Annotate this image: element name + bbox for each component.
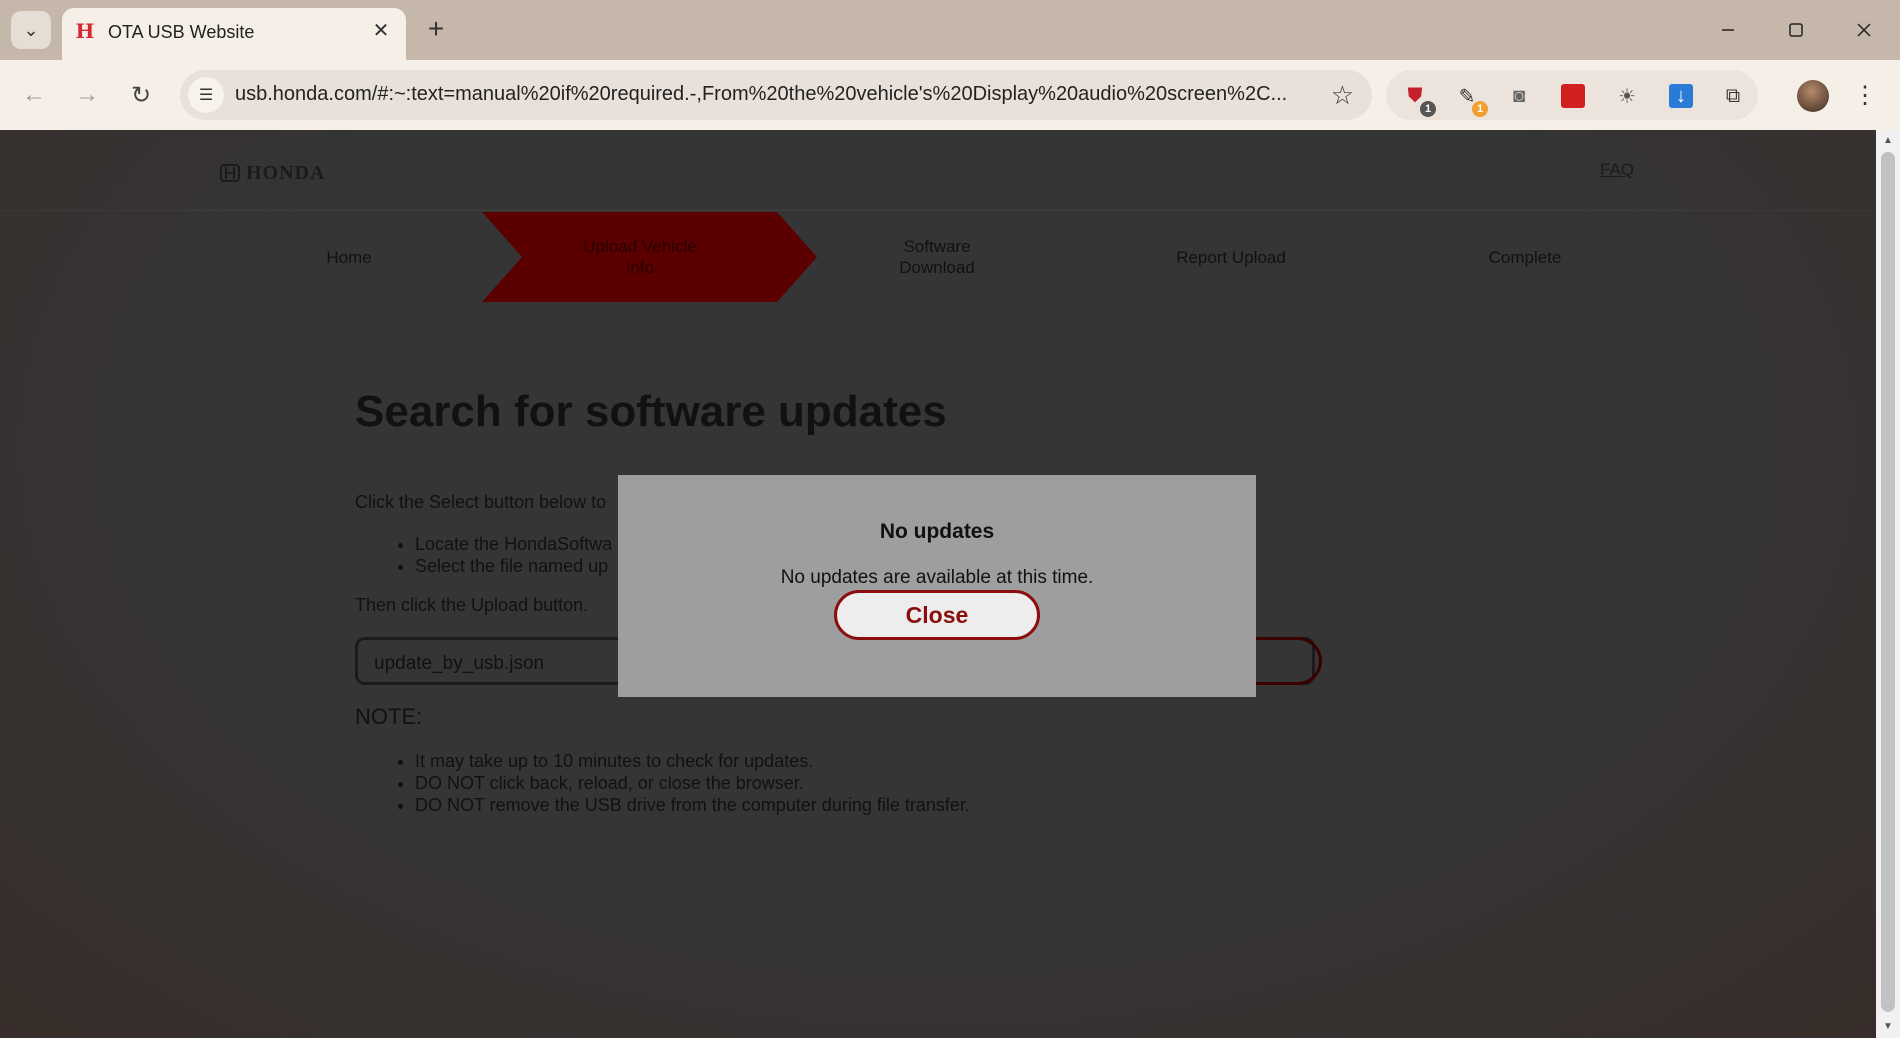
dialog-title: No updates bbox=[879, 520, 995, 543]
maximize-icon bbox=[1789, 23, 1803, 37]
close-icon bbox=[1857, 23, 1871, 37]
progress-steps: Home Upload Vehicle Info Software Downlo… bbox=[0, 212, 1876, 302]
extension-pen[interactable]: ✎ 1 bbox=[1452, 81, 1488, 117]
tab-search-button[interactable]: ⌄ bbox=[11, 11, 51, 49]
red-square-icon bbox=[1561, 84, 1585, 108]
chevron-down-icon: ⌄ bbox=[23, 19, 39, 40]
step-software-download: Software Download bbox=[827, 212, 1047, 302]
tab-strip: ⌄ H OTA USB Website ✕ + bbox=[0, 0, 1900, 60]
extension-red-square[interactable] bbox=[1558, 81, 1588, 111]
instruction-text: Click the Select button below to bbox=[355, 492, 607, 512]
dialog-message: No updates are available at this time. bbox=[780, 567, 1094, 588]
puzzle-icon: ⧉ bbox=[1725, 84, 1741, 107]
browser-tab[interactable]: H OTA USB Website ✕ bbox=[62, 8, 406, 60]
address-bar[interactable]: ☰ usb.honda.com/#:~:text=manual%20if%20r… bbox=[180, 70, 1372, 120]
scroll-down-icon[interactable]: ▼ bbox=[1876, 1018, 1900, 1036]
extension-download[interactable]: ↓ bbox=[1666, 81, 1696, 111]
back-button[interactable]: ← bbox=[15, 76, 53, 114]
extension-badge: 1 bbox=[1420, 101, 1436, 117]
extensions-menu[interactable]: ⧉ bbox=[1718, 81, 1748, 111]
minimize-button[interactable] bbox=[1701, 12, 1755, 48]
then-text: Then click the Upload button. bbox=[355, 595, 589, 615]
forward-button[interactable]: → bbox=[68, 76, 106, 114]
url-text[interactable]: usb.honda.com/#:~:text=manual%20if%20req… bbox=[235, 83, 1315, 106]
tab-close-icon[interactable]: ✕ bbox=[368, 18, 394, 44]
download-icon: ↓ bbox=[1669, 84, 1693, 108]
note-title: NOTE: bbox=[355, 704, 423, 729]
step-report-upload: Report Upload bbox=[1176, 247, 1286, 267]
list-item: DO NOT click back, reload, or close the … bbox=[415, 772, 970, 794]
new-tab-button[interactable]: + bbox=[420, 14, 452, 46]
reload-icon: ↻ bbox=[130, 81, 152, 109]
profile-avatar[interactable] bbox=[1797, 80, 1829, 112]
extension-badge: 1 bbox=[1472, 101, 1488, 117]
page-scrollbar[interactable]: ▲ ▼ bbox=[1876, 130, 1900, 1038]
step-home: Home bbox=[326, 247, 372, 267]
scroll-up-icon[interactable]: ▲ bbox=[1876, 132, 1900, 150]
glasses-icon: ◙ bbox=[1512, 84, 1526, 107]
more-vert-icon: ⋮ bbox=[1853, 82, 1877, 109]
browser-toolbar: ← → ↻ ☰ usb.honda.com/#:~:text=manual%20… bbox=[0, 60, 1900, 130]
no-updates-dialog: No updates No updates are available at t… bbox=[618, 475, 1256, 697]
extensions-group: ⛊ 1 ✎ 1 ◙ ☀ ↓ ⧉ bbox=[1386, 70, 1758, 120]
list-item: It may take up to 10 minutes to check fo… bbox=[415, 750, 970, 772]
step-label: Upload Vehicle Info bbox=[583, 237, 697, 277]
honda-wordmark: HONDA bbox=[246, 161, 326, 184]
browser-menu-button[interactable]: ⋮ bbox=[1852, 78, 1878, 114]
reload-button[interactable]: ↻ bbox=[122, 76, 160, 114]
tab-title: OTA USB Website bbox=[108, 22, 255, 42]
faq-link[interactable]: FAQ bbox=[1600, 160, 1634, 180]
list-item: Select the file named up bbox=[415, 555, 612, 577]
step-complete: Complete bbox=[1488, 247, 1562, 267]
arrow-right-icon: → bbox=[75, 81, 99, 108]
list-item: DO NOT remove the USB drive from the com… bbox=[415, 794, 970, 816]
close-window-button[interactable] bbox=[1837, 12, 1891, 48]
list-item: Locate the HondaSoftwa bbox=[415, 533, 612, 555]
note-list: It may take up to 10 minutes to check fo… bbox=[415, 750, 970, 816]
tune-icon: ☰ bbox=[198, 87, 214, 104]
bookmark-star-icon[interactable]: ☆ bbox=[1331, 80, 1354, 111]
sun-icon: ☀ bbox=[1618, 85, 1636, 108]
extension-shield[interactable]: ⛊ 1 bbox=[1400, 81, 1436, 117]
honda-logo[interactable]: HONDA bbox=[220, 160, 325, 186]
step-label: Software Download bbox=[899, 237, 975, 277]
arrow-left-icon: ← bbox=[22, 81, 46, 108]
maximize-button[interactable] bbox=[1769, 12, 1823, 48]
scroll-thumb[interactable] bbox=[1881, 152, 1895, 1012]
site-header: HONDA FAQ bbox=[0, 130, 1876, 211]
extension-sun[interactable]: ☀ bbox=[1612, 81, 1642, 111]
extension-glasses[interactable]: ◙ bbox=[1504, 81, 1534, 111]
dialog-close-button[interactable]: Close bbox=[834, 590, 1040, 640]
page-title: Search for software updates bbox=[355, 387, 947, 436]
honda-wing-icon bbox=[220, 164, 240, 182]
selected-file-name: update_by_usb.json bbox=[374, 653, 545, 674]
minimize-icon bbox=[1722, 29, 1734, 31]
instruction-list: Locate the HondaSoftwa Select the file n… bbox=[415, 533, 612, 577]
site-info-button[interactable]: ☰ bbox=[188, 77, 224, 113]
honda-favicon-icon: H bbox=[75, 19, 95, 43]
step-upload-vehicle-info: Upload Vehicle Info bbox=[530, 212, 750, 302]
